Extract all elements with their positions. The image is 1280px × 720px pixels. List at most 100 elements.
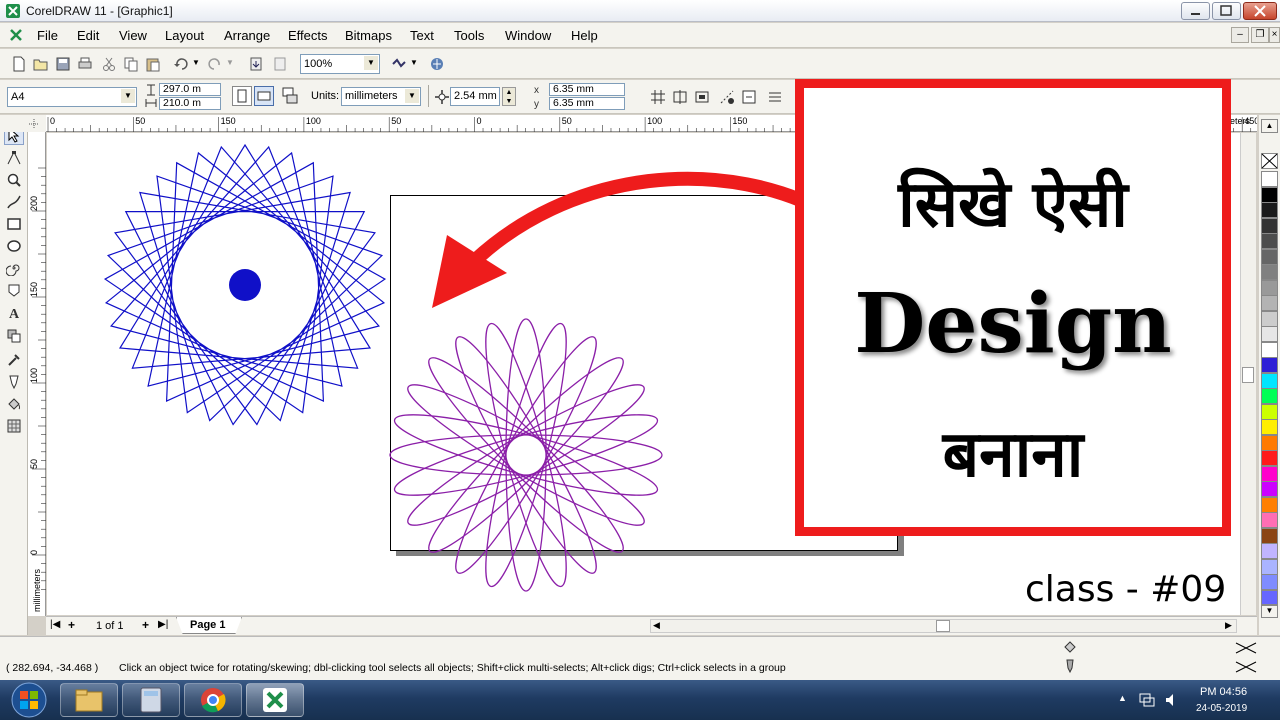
export-icon[interactable]: [272, 55, 290, 73]
launcher-dropdown-icon[interactable]: ▼: [410, 58, 418, 67]
menu-tools[interactable]: Tools: [454, 28, 484, 43]
snap-to-objects-icon[interactable]: [693, 88, 711, 106]
first-page-icon[interactable]: |◀: [50, 619, 60, 630]
maximize-button[interactable]: [1212, 2, 1241, 20]
clock-time[interactable]: PM 04:56: [1200, 686, 1247, 698]
undo-dropdown-icon[interactable]: ▼: [192, 58, 200, 67]
color-swatch[interactable]: [1261, 279, 1278, 296]
add-page-before-icon[interactable]: +: [68, 618, 75, 632]
interactive-blend-tool-icon[interactable]: [4, 326, 24, 346]
nudge-distance-field[interactable]: 2.54 mm: [450, 87, 500, 106]
taskbar-explorer[interactable]: [60, 683, 118, 717]
portrait-button[interactable]: [232, 86, 252, 106]
menu-effects[interactable]: Effects: [288, 28, 328, 43]
close-button[interactable]: [1243, 2, 1277, 20]
palette-scroll-up-icon[interactable]: ▲: [1261, 119, 1278, 133]
doc-restore-button[interactable]: ❐: [1251, 27, 1269, 43]
vertical-scroll-thumb[interactable]: [1242, 367, 1254, 383]
menu-layout[interactable]: Layout: [165, 28, 204, 43]
snap-to-guidelines-icon[interactable]: [671, 88, 689, 106]
application-launcher-icon[interactable]: [390, 55, 408, 73]
text-tool-icon[interactable]: A: [4, 302, 24, 322]
color-swatch[interactable]: [1261, 558, 1278, 575]
scroll-left-icon[interactable]: ◀: [653, 620, 660, 631]
rectangle-tool-icon[interactable]: [4, 214, 24, 234]
menu-view[interactable]: View: [119, 28, 147, 43]
color-swatch[interactable]: [1261, 233, 1278, 249]
add-page-after-icon[interactable]: +: [142, 618, 149, 632]
page-height-field[interactable]: 210.0 m: [159, 97, 221, 110]
menu-help[interactable]: Help: [571, 28, 598, 43]
zoom-tool-icon[interactable]: [4, 170, 24, 190]
start-button[interactable]: [6, 682, 52, 718]
page-layout-icon[interactable]: [280, 86, 302, 108]
doc-close-button[interactable]: ×: [1269, 27, 1280, 43]
units-select[interactable]: millimeters ▼: [341, 87, 421, 106]
options-icon[interactable]: [766, 88, 784, 106]
cut-icon[interactable]: [100, 55, 118, 73]
color-swatch[interactable]: [1261, 186, 1278, 203]
color-swatch[interactable]: [1261, 295, 1278, 311]
zoom-level-select[interactable]: 100% ▼: [300, 54, 380, 74]
vertical-scrollbar[interactable]: [1240, 133, 1256, 615]
menu-bitmaps[interactable]: Bitmaps: [345, 28, 392, 43]
outline-tool-icon[interactable]: [4, 372, 24, 392]
paper-size-select[interactable]: A4 ▼: [7, 87, 137, 107]
color-swatch[interactable]: [1261, 465, 1278, 482]
volume-icon[interactable]: [1164, 692, 1180, 708]
color-swatch[interactable]: [1261, 512, 1278, 528]
color-swatch[interactable]: [1261, 434, 1278, 451]
color-swatch[interactable]: [1261, 326, 1278, 342]
color-swatch[interactable]: [1261, 202, 1278, 218]
last-page-icon[interactable]: ▶|: [158, 619, 168, 630]
dynamic-guides-icon[interactable]: [718, 88, 736, 106]
color-swatch[interactable]: [1261, 341, 1278, 358]
basic-shapes-tool-icon[interactable]: [4, 280, 24, 300]
ellipse-tool-icon[interactable]: [4, 236, 24, 256]
ruler-origin-icon[interactable]: [0, 115, 46, 132]
menu-arrange[interactable]: Arrange: [224, 28, 270, 43]
snap-to-grid-icon[interactable]: [649, 88, 667, 106]
duplicate-x-field[interactable]: 6.35 mm: [549, 83, 625, 96]
taskbar-calculator[interactable]: [122, 683, 180, 717]
color-swatch[interactable]: [1261, 357, 1278, 373]
undo-icon[interactable]: [172, 55, 190, 73]
scroll-right-icon[interactable]: ▶: [1225, 620, 1232, 631]
redo-dropdown-icon[interactable]: ▼: [226, 58, 234, 67]
horizontal-scroll-thumb[interactable]: [936, 620, 950, 632]
new-document-icon[interactable]: [10, 55, 28, 73]
interactive-fill-tool-icon[interactable]: [4, 416, 24, 436]
network-icon[interactable]: [1138, 692, 1156, 708]
clock-date[interactable]: 24-05-2019: [1196, 703, 1247, 714]
menu-file[interactable]: File: [37, 28, 58, 43]
save-icon[interactable]: [54, 55, 72, 73]
color-swatch[interactable]: [1261, 372, 1278, 389]
menu-edit[interactable]: Edit: [77, 28, 99, 43]
menu-text[interactable]: Text: [410, 28, 434, 43]
print-icon[interactable]: [76, 55, 94, 73]
no-color-swatch[interactable]: [1261, 153, 1278, 169]
nudge-spinner[interactable]: ▲ ▼: [502, 87, 516, 106]
minimize-button[interactable]: [1181, 2, 1210, 20]
color-swatch[interactable]: [1261, 527, 1278, 544]
color-swatch[interactable]: [1261, 543, 1278, 559]
color-swatch[interactable]: [1261, 496, 1278, 513]
doc-minimize-button[interactable]: –: [1231, 27, 1249, 43]
paste-icon[interactable]: [144, 55, 162, 73]
corel-online-icon[interactable]: [428, 55, 446, 73]
palette-scroll-down-icon[interactable]: ▼: [1261, 604, 1278, 618]
import-icon[interactable]: [248, 55, 266, 73]
color-swatch[interactable]: [1261, 450, 1278, 466]
eyedropper-tool-icon[interactable]: [4, 350, 24, 370]
redo-icon[interactable]: [206, 55, 224, 73]
graphics-options-icon[interactable]: [740, 88, 758, 106]
landscape-button[interactable]: [254, 86, 274, 106]
color-swatch[interactable]: [1261, 171, 1278, 187]
color-swatch[interactable]: [1261, 217, 1278, 234]
taskbar-coreldraw[interactable]: [246, 683, 304, 717]
color-swatch[interactable]: [1261, 419, 1278, 435]
color-swatch[interactable]: [1261, 264, 1278, 280]
color-swatch[interactable]: [1261, 388, 1278, 404]
horizontal-scrollbar[interactable]: ◀ ▶: [650, 619, 1237, 633]
color-swatch[interactable]: [1261, 574, 1278, 590]
